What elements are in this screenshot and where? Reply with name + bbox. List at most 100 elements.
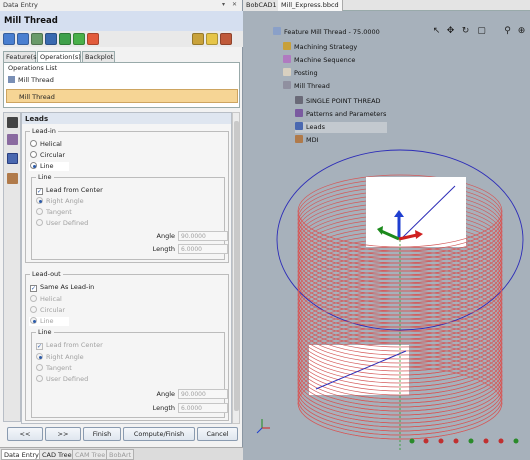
zoom-box-icon[interactable]: ▢ (476, 26, 487, 37)
tab-bobcad1[interactable]: BobCAD1 (243, 0, 281, 11)
lead-out-user-defined-radio[interactable]: User Defined (36, 375, 88, 384)
tab-features[interactable]: Feature(s) (3, 51, 39, 62)
lead-out-line-radio[interactable]: Line (29, 317, 69, 326)
lead-out-lead-from-center-label: Lead from Center (46, 341, 103, 349)
operation-item[interactable]: Mill Thread (6, 73, 238, 87)
panel-title: Data Entry (3, 1, 38, 9)
tree-single-point-thread[interactable]: SINGLE POINT THREAD (295, 96, 381, 107)
move-icon[interactable]: ✥ (445, 26, 456, 37)
lead-in-right-angle-label: Right Angle (46, 197, 84, 205)
lead-in-right-angle-radio[interactable]: Right Angle (36, 197, 84, 206)
lead-in-helical-label: Helical (40, 140, 62, 148)
exit-icon[interactable] (220, 33, 232, 45)
toolbar (0, 31, 243, 47)
compute-finish-button[interactable]: Compute/Finish (123, 427, 195, 441)
tab-backplot[interactable]: Backplot (82, 51, 115, 62)
lead-out-length-field[interactable]: 6.0000 (178, 403, 228, 413)
tree-posting-label: Posting (294, 69, 318, 77)
view-buttons[interactable] (409, 438, 519, 444)
leads-icon[interactable] (7, 153, 18, 164)
lead-in-length-field[interactable]: 6.0000 (178, 244, 228, 254)
feature-icon (273, 27, 281, 35)
lead-out-helical-radio[interactable]: Helical (30, 295, 62, 304)
tree-mill-thread-label: Mill Thread (294, 82, 330, 90)
tab-bobart[interactable]: BobArt (106, 449, 135, 460)
lead-in-angle-field[interactable]: 90.0000 (178, 231, 228, 241)
tab-cam-tree[interactable]: CAM Tree (72, 449, 109, 460)
sequence-icon (283, 55, 291, 63)
refresh-icon[interactable] (59, 33, 71, 45)
lead-in-line-group: Line ✓ Lead from Center Right Angle Tange… (31, 173, 228, 260)
tab-data-entry[interactable]: Data Entry (1, 449, 42, 460)
lead-out-helical-label: Helical (40, 295, 62, 303)
tree-mill-thread[interactable]: Mill Thread (283, 81, 330, 92)
lead-in-circular-radio[interactable]: Circular (30, 151, 65, 160)
tree-leads[interactable]: Leads (295, 122, 387, 133)
tree-machine-sequence[interactable]: Machine Sequence (283, 55, 355, 66)
rotate-icon[interactable]: ↻ (460, 26, 471, 37)
lead-out-right-angle-label: Right Angle (46, 353, 84, 361)
lead-out-lead-from-center-checkbox[interactable]: ✓ Lead from Center (36, 341, 103, 350)
tree-machine-sequence-label: Machine Sequence (294, 56, 356, 64)
lead-in-line-title: Line (36, 173, 54, 181)
save-icon[interactable] (31, 33, 43, 45)
delete-icon[interactable] (87, 33, 99, 45)
lead-out-right-angle-radio[interactable]: Right Angle (36, 353, 84, 362)
lead-out-circular-radio[interactable]: Circular (30, 306, 65, 315)
lead-out-tangent-radio[interactable]: Tangent (36, 364, 72, 373)
parameters-icon[interactable] (7, 134, 18, 145)
leads-scrollbar[interactable] (232, 112, 240, 424)
leads-header: Leads (22, 113, 231, 124)
undo-icon[interactable] (192, 33, 204, 45)
lead-in-lead-from-center-checkbox[interactable]: ✓ Lead from Center (36, 186, 103, 195)
lead-out-line-label: Line (40, 317, 54, 325)
previous-button[interactable]: << (7, 427, 43, 441)
fit-icon[interactable]: ⊕ (516, 26, 527, 37)
next-button[interactable]: >> (45, 427, 81, 441)
lead-in-helical-radio[interactable]: Helical (30, 140, 62, 149)
move-down-icon[interactable] (45, 33, 57, 45)
lead-in-user-defined-radio[interactable]: User Defined (36, 219, 88, 228)
lead-in-tangent-radio[interactable]: Tangent (36, 208, 72, 217)
lead-in-lead-from-center-label: Lead from Center (46, 186, 103, 194)
side-icon-bar (3, 112, 21, 422)
data-entry-panel: Data Entry ▾ ✕ Mill Thread Feature(s) Op… (0, 0, 243, 460)
operations-list-title: Operations List (8, 64, 58, 72)
leads-section: Leads Lead-in Helical Circular Line Line… (21, 112, 232, 424)
panel-pin-icon[interactable]: ▾ (222, 1, 225, 8)
lead-in-line-radio[interactable]: Line (29, 162, 69, 171)
finish-button[interactable]: Finish (83, 427, 121, 441)
view-icon[interactable] (206, 33, 218, 45)
scrollbar-thumb[interactable] (234, 121, 239, 411)
tab-operations[interactable]: Operation(s) (37, 51, 81, 62)
tool-icon[interactable] (7, 117, 18, 128)
cancel-button[interactable]: Cancel (197, 427, 238, 441)
tree-feature[interactable]: Feature Mill Thread - 75.0000 (273, 27, 380, 38)
tree-patterns-parameters[interactable]: Patterns and Parameters (295, 109, 386, 120)
operation-item-selected[interactable]: Mill Thread (6, 89, 238, 103)
arrow-right-icon[interactable] (17, 33, 29, 45)
lead-out-angle-field[interactable]: 90.0000 (178, 389, 228, 399)
checkmark-icon[interactable] (73, 33, 85, 45)
tree-posting[interactable]: Posting (283, 68, 318, 79)
cursor-icon[interactable]: ↖ (431, 26, 442, 37)
panel-close-icon[interactable]: ✕ (232, 1, 237, 8)
3d-viewport[interactable]: ↖ ✥ ↻ ▢ ⚲ ⊕ Feature Mill Thread - 75.000… (243, 11, 530, 460)
tree-leads-label: Leads (306, 123, 326, 131)
zoom-icon[interactable]: ⚲ (502, 26, 513, 37)
view-orientation-triad (256, 419, 270, 434)
tree-machining-strategy[interactable]: Machining Strategy (283, 42, 357, 53)
lead-out-angle-label: Angle (156, 390, 176, 398)
tab-cad-tree[interactable]: CAD Tree (39, 449, 75, 460)
mdi-icon[interactable] (7, 173, 18, 184)
mill-thread-icon (283, 81, 291, 89)
tree-mdi[interactable]: MDI (295, 135, 319, 146)
same-as-lead-in-label: Same As Lead-in (40, 283, 95, 291)
same-as-lead-in-checkbox[interactable]: ✓ Same As Lead-in (30, 283, 94, 292)
lead-out-circular-label: Circular (40, 306, 66, 314)
tab-mill-express[interactable]: Mill_Express.bbcd (278, 0, 343, 11)
tree-feature-label: Feature Mill Thread - 75.0000 (284, 28, 380, 36)
arrow-left-icon[interactable] (3, 33, 15, 45)
tree-single-point-thread-label: SINGLE POINT THREAD (306, 97, 381, 105)
parameters-icon (295, 109, 303, 117)
